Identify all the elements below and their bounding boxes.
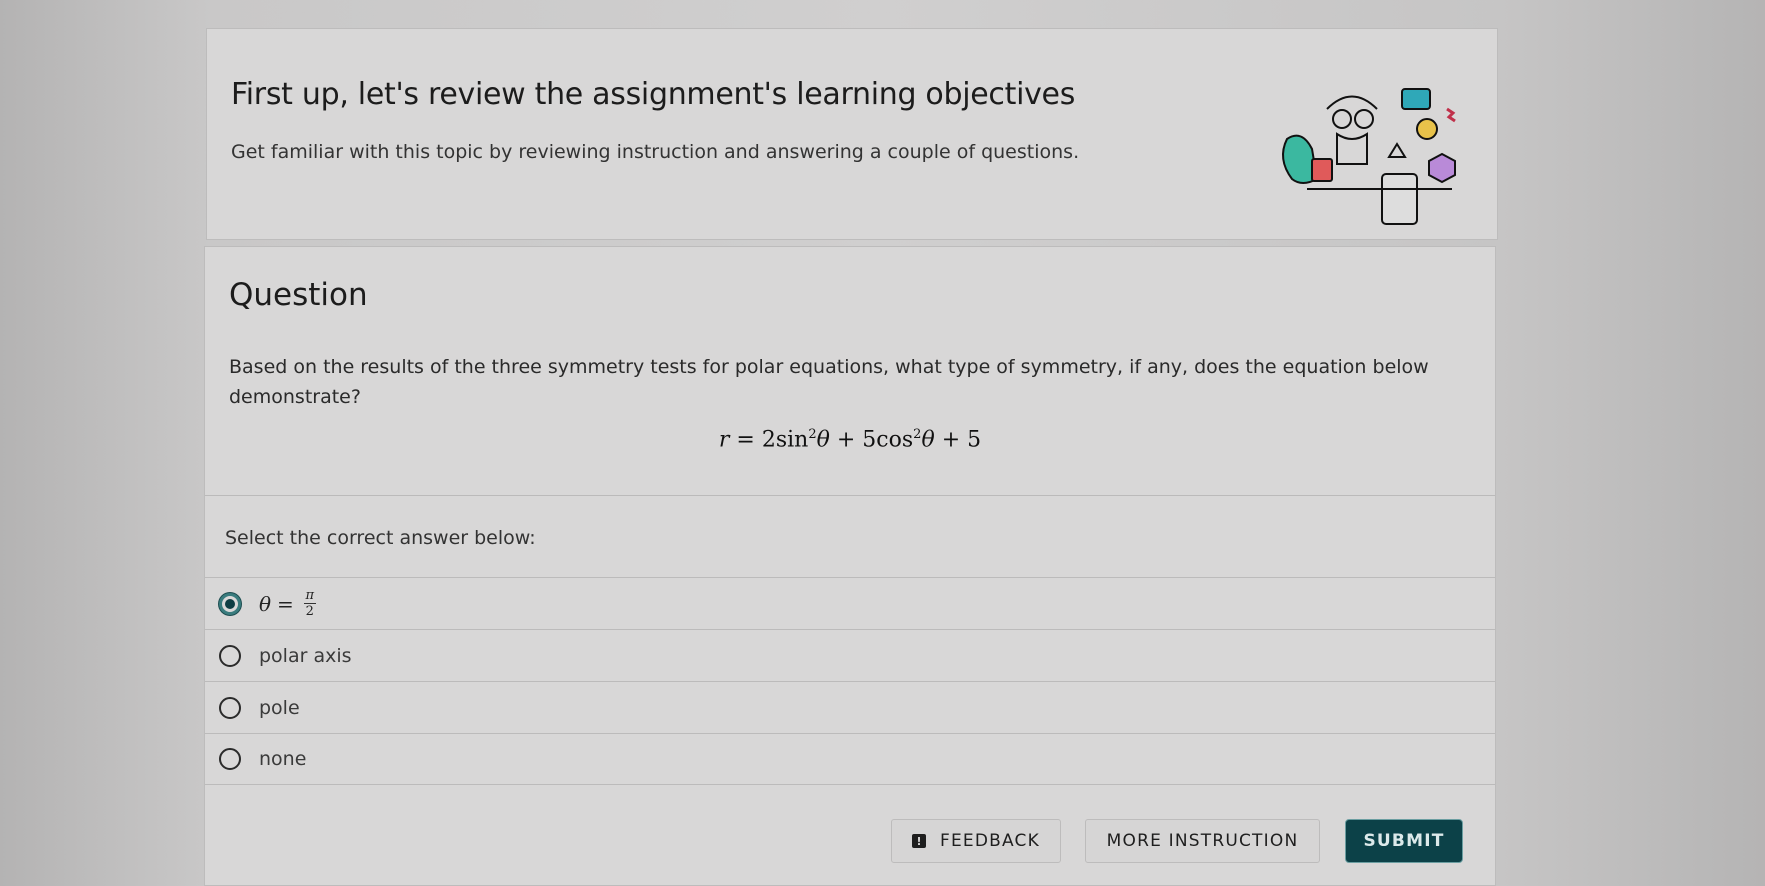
equation-plus-2: +	[941, 427, 961, 453]
objectives-title: First up, let's review the assignment's …	[231, 77, 1076, 112]
fraction: π 2	[303, 588, 316, 619]
question-card: Question Based on the results of the thr…	[204, 246, 1496, 886]
radio-unselected-icon[interactable]	[219, 748, 241, 770]
option-equals: =	[277, 591, 294, 616]
question-prompt: Based on the results of the three symmet…	[229, 356, 1429, 408]
radio-unselected-icon[interactable]	[219, 644, 241, 667]
answer-option-polar-axis[interactable]: polar axis	[205, 629, 1495, 681]
option-label: pole	[259, 696, 300, 719]
submit-button[interactable]: SUBMIT	[1345, 819, 1463, 863]
equation-term2-fn: cos	[876, 427, 914, 453]
radio-unselected-icon[interactable]	[219, 696, 241, 719]
option-label: polar axis	[259, 644, 352, 667]
learning-illustration-icon	[1282, 88, 1456, 225]
equation-equals: =	[736, 427, 755, 453]
feedback-label: FEEDBACK	[940, 831, 1040, 851]
feedback-icon: !	[912, 834, 927, 848]
option-label: none	[259, 748, 307, 770]
equation-term1-exp: 2	[808, 427, 817, 442]
answer-option-theta-pi-over-2[interactable]: θ = π 2	[205, 577, 1495, 629]
objectives-subtitle: Get familiar with this topic by reviewin…	[231, 141, 1080, 163]
equation: r = 2sin2θ + 5cos2θ + 5	[205, 427, 1495, 452]
more-instruction-button[interactable]: MORE INSTRUCTION	[1085, 819, 1320, 863]
equation-term1-var: θ	[816, 427, 830, 453]
equation-plus-1: +	[836, 427, 856, 453]
radio-selected-icon[interactable]	[219, 592, 241, 615]
equation-term2-var: θ	[921, 427, 935, 453]
equation-term1-fn: sin	[775, 427, 809, 453]
answer-option-pole[interactable]: pole	[205, 681, 1495, 733]
option-theta: θ	[259, 591, 272, 616]
feedback-button[interactable]: ! FEEDBACK	[891, 819, 1061, 863]
answer-option-none[interactable]: none	[205, 733, 1495, 785]
learning-objectives-card: First up, let's review the assignment's …	[206, 28, 1498, 240]
equation-term2-coef: 5	[862, 427, 877, 453]
equation-lhs: r	[718, 427, 730, 453]
option-math-label: θ = π 2	[259, 589, 316, 618]
equation-constant: 5	[967, 427, 982, 453]
question-heading: Question	[229, 277, 368, 313]
equation-term1-coef: 2	[761, 427, 776, 453]
fraction-denominator: 2	[305, 604, 314, 619]
select-answer-label: Select the correct answer below:	[225, 527, 536, 549]
section-divider	[205, 495, 1495, 496]
fraction-numerator: π	[305, 588, 315, 603]
